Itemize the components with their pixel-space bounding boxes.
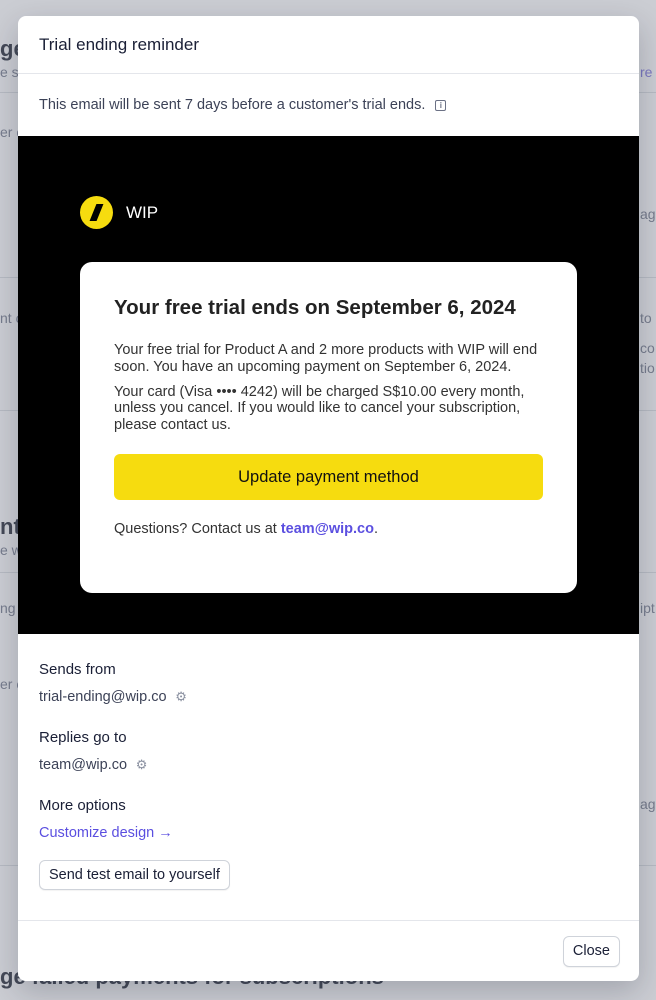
replies-value-row: team@wip.co ⚙ xyxy=(39,757,618,773)
email-paragraph: Your free trial for Product A and 2 more… xyxy=(114,341,538,375)
questions-line: Questions? Contact us at team@wip.co. xyxy=(114,521,543,537)
replies-value: team@wip.co xyxy=(39,757,128,773)
questions-suffix: . xyxy=(373,521,378,538)
sends-from-label: Sends from xyxy=(39,661,116,678)
email-heading: Your free trial ends on September 6, 202… xyxy=(114,296,516,319)
trial-reminder-modal: Trial ending reminder This email will be… xyxy=(18,16,639,981)
intro-text: This email will be sent 7 days before a … xyxy=(39,97,426,113)
brand-name: WIP xyxy=(126,202,159,222)
brand-logo-icon xyxy=(80,196,113,229)
update-payment-button[interactable]: Update payment method xyxy=(114,454,543,501)
close-button[interactable]: Close xyxy=(562,935,620,967)
modal-header: Trial ending reminder xyxy=(18,16,639,74)
email-preview: WIP Your free trial ends on September 6,… xyxy=(18,136,639,634)
brand: WIP xyxy=(80,196,158,229)
sends-from-value-row: trial-ending@wip.co ⚙ xyxy=(39,689,618,705)
email-paragraph: Your card (Visa •••• 4242) will be charg… xyxy=(114,383,525,434)
email-settings: Sends from trial-ending@wip.co ⚙ Replies… xyxy=(18,634,639,890)
contact-email-link[interactable]: team@wip.co xyxy=(281,521,374,537)
more-options-label: More options xyxy=(39,797,126,814)
customize-design-link[interactable]: Customize design → xyxy=(39,825,173,841)
sends-from-value: trial-ending@wip.co xyxy=(39,689,167,705)
sends-from-group: Sends from trial-ending@wip.co ⚙ xyxy=(39,661,618,705)
info-icon[interactable]: i xyxy=(435,99,447,111)
modal-footer: Close xyxy=(18,920,639,981)
more-options-group: More options Customize design → xyxy=(39,797,618,842)
email-card: Your free trial ends on September 6, 202… xyxy=(80,262,577,593)
intro-row: This email will be sent 7 days before a … xyxy=(18,74,639,136)
send-test-email-button[interactable]: Send test email to yourself xyxy=(39,860,230,890)
gear-icon[interactable]: ⚙ xyxy=(175,689,188,704)
modal-title: Trial ending reminder xyxy=(39,34,199,54)
gear-icon[interactable]: ⚙ xyxy=(135,757,148,772)
questions-prefix: Questions? Contact us at xyxy=(114,521,281,538)
replies-group: Replies go to team@wip.co ⚙ xyxy=(39,729,618,773)
replies-label: Replies go to xyxy=(39,729,127,746)
